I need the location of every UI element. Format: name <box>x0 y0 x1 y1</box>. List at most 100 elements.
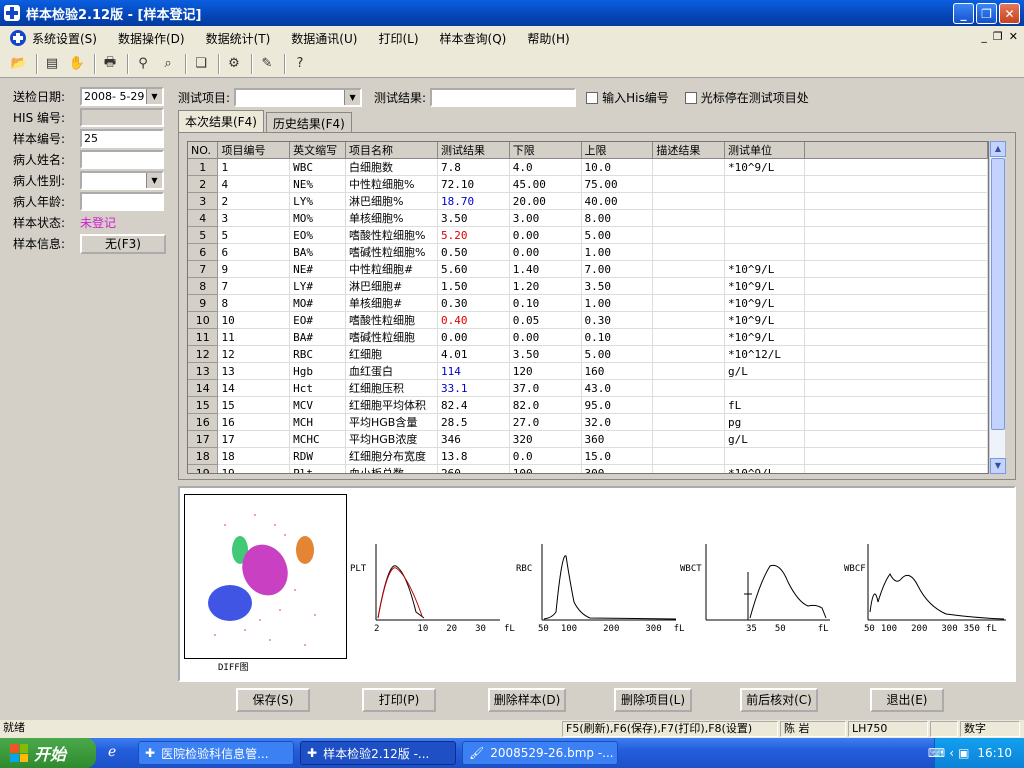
test-item-select[interactable]: ▼ <box>234 88 363 107</box>
lower-cell[interactable]: 0.05 <box>509 311 582 329</box>
lower-cell[interactable]: 0.10 <box>509 294 582 312</box>
item-name-cell[interactable]: 嗜碱性粒细胞% <box>345 243 438 261</box>
abbr-cell[interactable]: MO# <box>289 294 347 312</box>
upper-cell[interactable]: 75.00 <box>581 175 654 193</box>
upper-cell[interactable]: 15.0 <box>581 447 654 465</box>
desc-cell[interactable] <box>652 362 726 380</box>
upper-cell[interactable]: 95.0 <box>581 396 654 414</box>
unit-cell[interactable] <box>724 447 805 465</box>
result-cell[interactable]: 346 <box>437 430 510 448</box>
upper-cell[interactable]: 10.0 <box>581 158 654 176</box>
desc-cell[interactable] <box>652 447 726 465</box>
abbr-cell[interactable]: MCHC <box>289 430 347 448</box>
col-upper[interactable]: 上限 <box>581 142 654 159</box>
item-no-cell[interactable]: 12 <box>217 345 291 363</box>
result-cell[interactable]: 5.20 <box>437 226 510 244</box>
desc-cell[interactable] <box>652 430 726 448</box>
upper-cell[interactable]: 32.0 <box>581 413 654 431</box>
abbr-cell[interactable]: NE% <box>289 175 347 193</box>
unit-cell[interactable] <box>724 175 805 193</box>
item-name-cell[interactable]: 平均HGB含量 <box>345 413 438 431</box>
unit-cell[interactable]: *10^9/L <box>724 277 805 295</box>
table-row[interactable]: 7 9 NE# 中性粒细胞# 5.60 1.40 7.00 *10^9/L <box>188 260 988 278</box>
cursor-stay-checkbox[interactable] <box>684 91 697 104</box>
table-row[interactable]: 16 16 MCH 平均HGB含量 28.5 27.0 32.0 pg <box>188 413 988 431</box>
unit-cell[interactable] <box>724 192 805 210</box>
task-sample-test[interactable]: ✚ 样本检验2.12版 -... <box>300 741 456 765</box>
table-row[interactable]: 17 17 MCHC 平均HGB浓度 346 320 360 g/L <box>188 430 988 448</box>
menu-print[interactable]: 打印(L) <box>376 28 420 49</box>
item-name-cell[interactable]: 单核细胞% <box>345 209 438 227</box>
desc-cell[interactable] <box>652 396 726 414</box>
col-result[interactable]: 测试结果 <box>437 142 510 159</box>
col-lower[interactable]: 下限 <box>509 142 582 159</box>
upper-cell[interactable]: 1.00 <box>581 243 654 261</box>
result-cell[interactable]: 33.1 <box>437 379 510 397</box>
lower-cell[interactable]: 0.00 <box>509 328 582 346</box>
find-icon[interactable]: ⌕ <box>157 53 179 75</box>
item-name-cell[interactable]: 中性粒细胞# <box>345 260 438 278</box>
upper-cell[interactable]: 40.00 <box>581 192 654 210</box>
lower-cell[interactable]: 0.00 <box>509 243 582 261</box>
item-no-cell[interactable]: 17 <box>217 430 291 448</box>
lower-cell[interactable]: 0.00 <box>509 226 582 244</box>
unit-cell[interactable]: *10^9/L <box>724 464 805 473</box>
desc-cell[interactable] <box>652 294 726 312</box>
item-no-cell[interactable]: 6 <box>217 243 291 261</box>
abbr-cell[interactable]: BA% <box>289 243 347 261</box>
col-desc[interactable]: 描述结果 <box>652 142 726 159</box>
item-name-cell[interactable]: 中性粒细胞% <box>345 175 438 193</box>
upper-cell[interactable]: 0.10 <box>581 328 654 346</box>
lower-cell[interactable]: 20.00 <box>509 192 582 210</box>
item-no-cell[interactable]: 8 <box>217 294 291 312</box>
delete-item-button[interactable]: 删除项目(L) <box>614 688 692 712</box>
table-row[interactable]: 1 1 WBC 白细胞数 7.8 4.0 10.0 *10^9/L <box>188 158 988 176</box>
menu-system-settings[interactable]: 系统设置(S) <box>30 28 99 49</box>
abbr-cell[interactable]: MCH <box>289 413 347 431</box>
desc-cell[interactable] <box>652 158 726 176</box>
abbr-cell[interactable]: RBC <box>289 345 347 363</box>
sample-info-button[interactable]: 无(F3) <box>80 233 166 254</box>
table-row[interactable]: 5 5 EO% 嗜酸性粒细胞% 5.20 0.00 5.00 <box>188 226 988 244</box>
lower-cell[interactable]: 0.0 <box>509 447 582 465</box>
unit-cell[interactable] <box>724 243 805 261</box>
result-cell[interactable]: 28.5 <box>437 413 510 431</box>
table-row[interactable]: 19 19 Plt 血小板总数 260 100 300 *10^9/L <box>188 464 988 473</box>
tab-history-result[interactable]: 历史结果(F4) <box>265 112 352 132</box>
item-name-cell[interactable]: 淋巴细胞% <box>345 192 438 210</box>
abbr-cell[interactable]: Hct <box>289 379 347 397</box>
abbr-cell[interactable]: EO# <box>289 311 347 329</box>
result-cell[interactable]: 0.00 <box>437 328 510 346</box>
table-row[interactable]: 11 11 BA# 嗜碱性粒细胞 0.00 0.00 0.10 *10^9/L <box>188 328 988 346</box>
table-row[interactable]: 8 7 LY# 淋巴细胞# 1.50 1.20 3.50 *10^9/L <box>188 277 988 295</box>
item-no-cell[interactable]: 19 <box>217 464 291 473</box>
exit-button[interactable]: 退出(E) <box>870 688 944 712</box>
desc-cell[interactable] <box>652 209 726 227</box>
col-item-name[interactable]: 项目名称 <box>345 142 438 159</box>
minimize-button[interactable]: _ <box>953 3 974 24</box>
item-no-cell[interactable]: 10 <box>217 311 291 329</box>
result-cell[interactable]: 3.50 <box>437 209 510 227</box>
list-icon[interactable]: ▤ <box>41 53 63 75</box>
col-item-no[interactable]: 项目编号 <box>217 142 291 159</box>
col-abbr[interactable]: 英文缩写 <box>289 142 347 159</box>
grid-scrollbar[interactable]: ▲ ▼ <box>989 141 1006 474</box>
upper-cell[interactable]: 160 <box>581 362 654 380</box>
cross-check-button[interactable]: 前后核对(C) <box>740 688 818 712</box>
settings-icon[interactable]: ⚙ <box>223 53 245 75</box>
table-row[interactable]: 9 8 MO# 单核细胞# 0.30 0.10 1.00 *10^9/L <box>188 294 988 312</box>
unit-cell[interactable] <box>724 379 805 397</box>
item-name-cell[interactable]: 血红蛋白 <box>345 362 438 380</box>
item-no-cell[interactable]: 4 <box>217 175 291 193</box>
chevron-down-icon[interactable]: ▼ <box>146 173 162 188</box>
binoculars-icon[interactable]: ⚲ <box>132 53 154 75</box>
item-name-cell[interactable]: 红细胞分布宽度 <box>345 447 438 465</box>
item-name-cell[interactable]: 嗜碱性粒细胞 <box>345 328 438 346</box>
unit-cell[interactable]: g/L <box>724 362 805 380</box>
table-row[interactable]: 4 3 MO% 单核细胞% 3.50 3.00 8.00 <box>188 209 988 227</box>
tab-current-result[interactable]: 本次结果(F4) <box>178 110 264 132</box>
close-button[interactable]: ✕ <box>999 3 1020 24</box>
desc-cell[interactable] <box>652 226 726 244</box>
abbr-cell[interactable]: MCV <box>289 396 347 414</box>
menu-data-operations[interactable]: 数据操作(D) <box>116 28 187 49</box>
